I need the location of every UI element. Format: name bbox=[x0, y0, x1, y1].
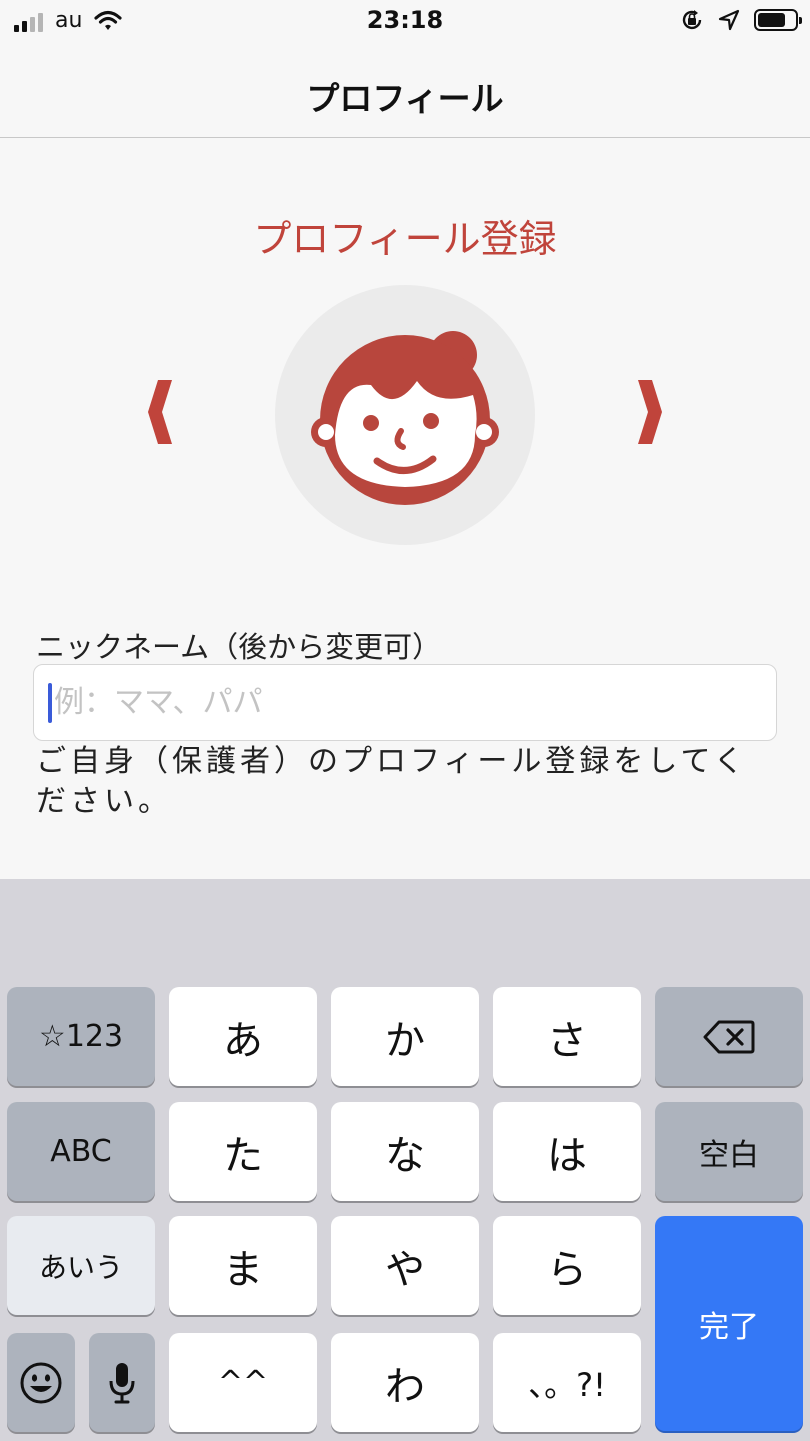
key-punctuation[interactable]: 、。?! bbox=[493, 1333, 641, 1432]
key-a-row[interactable]: あ bbox=[169, 987, 317, 1086]
key-kaomoji[interactable]: ^^ bbox=[169, 1333, 317, 1432]
nickname-field[interactable] bbox=[33, 664, 777, 741]
key-sa-row[interactable]: さ bbox=[493, 987, 641, 1086]
navigation-bar: プロフィール bbox=[0, 44, 810, 138]
key-wa-row[interactable]: わ bbox=[331, 1333, 479, 1432]
status-bar: au 23:18 bbox=[0, 0, 810, 44]
emoji-icon bbox=[20, 1362, 62, 1403]
status-right bbox=[680, 8, 802, 32]
chevron-left-icon[interactable] bbox=[142, 372, 182, 452]
key-kana-mode[interactable]: あいう bbox=[7, 1216, 155, 1315]
orientation-lock-icon bbox=[682, 10, 702, 30]
nickname-label: ニックネーム（後から変更可） bbox=[36, 630, 442, 664]
key-ka-row[interactable]: か bbox=[331, 987, 479, 1086]
emoji-key[interactable] bbox=[7, 1333, 75, 1432]
text-caret bbox=[48, 683, 52, 723]
japanese-keyboard: ☆123 あ か さ ABC た な は 空白 あいう ま や ら 完了 ^^ … bbox=[0, 879, 810, 1441]
dictation-key[interactable] bbox=[89, 1333, 155, 1432]
key-ta-row[interactable]: た bbox=[169, 1102, 317, 1201]
key-ma-row[interactable]: ま bbox=[169, 1216, 317, 1315]
nickname-input[interactable] bbox=[54, 665, 754, 740]
battery-icon bbox=[754, 9, 802, 31]
page-title: プロフィール bbox=[306, 79, 504, 118]
registration-hint: ご自身（保護者）のプロフィール登録をしてください。 bbox=[36, 744, 748, 819]
backspace-icon bbox=[703, 1020, 755, 1053]
backspace-key[interactable] bbox=[655, 987, 803, 1086]
woman-face-icon bbox=[311, 331, 499, 505]
key-na-row[interactable]: な bbox=[331, 1102, 479, 1201]
key-symbols-123[interactable]: ☆123 bbox=[7, 987, 155, 1086]
key-ha-row[interactable]: は bbox=[493, 1102, 641, 1201]
microphone-icon bbox=[109, 1362, 135, 1403]
key-ra-row[interactable]: ら bbox=[493, 1216, 641, 1315]
profile-registration-title: プロフィール登録 bbox=[253, 217, 557, 261]
key-space[interactable]: 空白 bbox=[655, 1102, 803, 1201]
done-button[interactable]: 完了 bbox=[655, 1216, 803, 1431]
key-ya-row[interactable]: や bbox=[331, 1216, 479, 1315]
chevron-right-icon[interactable] bbox=[628, 372, 668, 452]
avatar bbox=[275, 285, 535, 545]
location-icon bbox=[718, 9, 740, 31]
key-abc[interactable]: ABC bbox=[7, 1102, 155, 1201]
